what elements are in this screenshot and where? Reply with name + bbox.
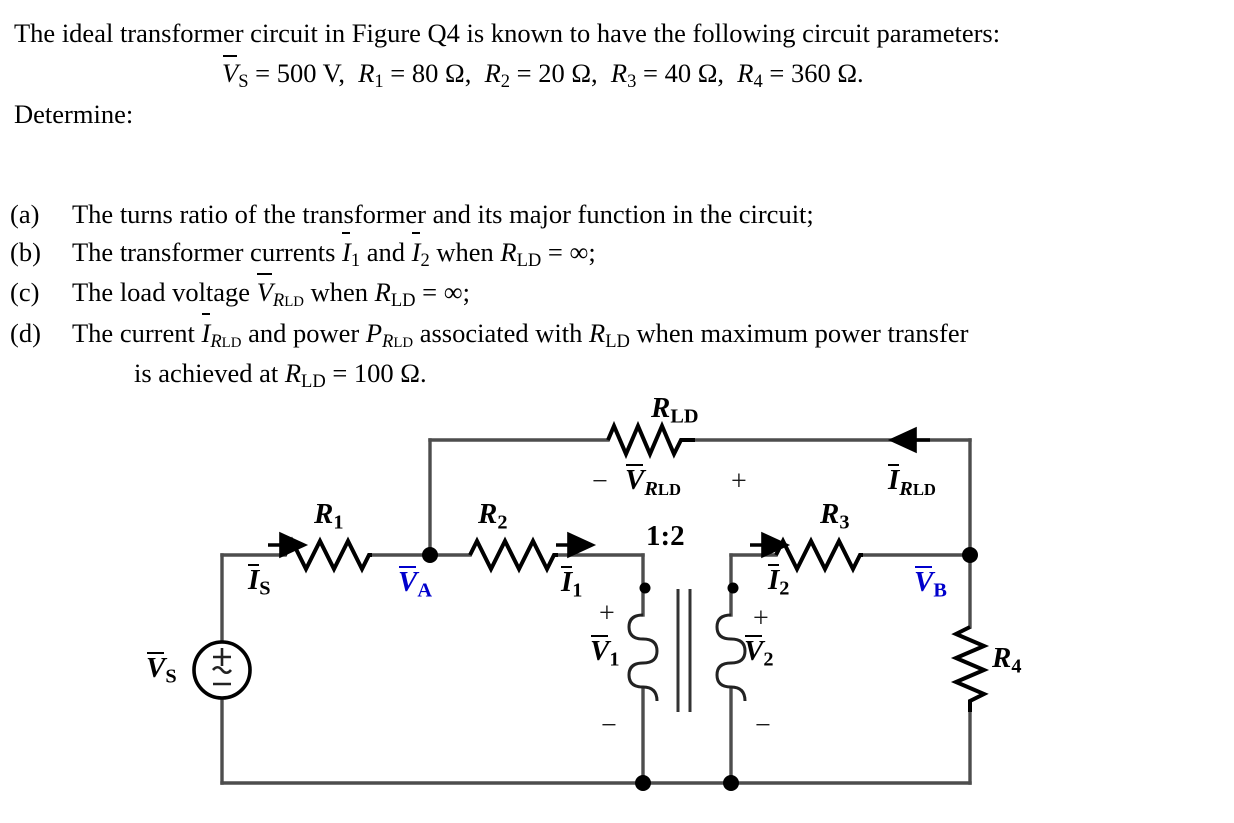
label-turns-ratio: 1:2 [646,520,685,552]
ac-voltage-source [192,640,252,700]
item-text-a: The turns ratio of the transformer and i… [72,199,814,229]
label-i2: I2 [768,564,790,600]
node-b [962,547,978,563]
polarity-vrld-plus: + [731,466,747,497]
parameters-equation: VS = 500 V, R1 = 80 Ω, R2 = 20 Ω, R3 = 4… [222,54,864,93]
question-list: (a) The turns ratio of the transformer a… [10,196,1220,396]
label-r1: R1 [314,498,344,534]
transformer-core [676,589,692,712]
label-va: VA [398,566,432,602]
problem-statement: The ideal transformer circuit in Figure … [14,16,1214,131]
node-primary-bottom [635,775,651,791]
polarity-vrld-minus: − [592,466,608,497]
label-r2: R2 [478,498,508,534]
node-secondary-bottom [723,775,739,791]
resistor-r2 [468,536,558,574]
question-page: The ideal transformer circuit in Figure … [0,0,1234,818]
dot-primary-icon [639,582,651,594]
circuit-svg [192,420,990,791]
item-text-b: The transformer currents I1 and I2 when … [72,232,1220,275]
resistor-rld [606,420,695,460]
intro-line-2: parameters: [876,18,1001,48]
list-item: (c) The load voltage VRLD when RLD = ∞; [10,272,1220,315]
list-item: (b) The transformer currents I1 and I2 w… [10,232,1220,275]
r1-value: 80 Ω [411,58,465,89]
intro-line-1: The ideal transformer circuit in Figure … [14,18,870,48]
node-a [422,547,438,563]
item-text-d-line2: is achieved at RLD = 100 Ω. [134,358,427,393]
r4-value: 360 Ω [790,58,858,89]
item-marker-b: (b) [10,236,41,267]
intro-paragraph: The ideal transformer circuit in Figure … [14,16,1214,50]
label-r4: R4 [992,642,1022,678]
r2-value: 20 Ω [538,58,592,89]
polarity-v2-minus: − [755,710,771,741]
label-vb: VB [914,566,947,602]
transformer-primary-coil [627,613,659,702]
label-r3: R3 [820,498,850,534]
label-v2: V2 [744,635,774,671]
resistor-r4 [950,625,990,712]
r3-value: 40 Ω [664,58,718,89]
polarity-v1-minus: − [601,710,617,741]
label-vs: VS [146,652,177,688]
item-marker-a: (a) [10,199,40,229]
item-text-d: The current IRLD and power PRLD associat… [72,313,1220,396]
polarity-v1-plus: + [599,598,615,629]
circuit-diagram: VS IS R1 VA R2 I1 + V1 − + V2 − I2 R3 VB… [0,392,1234,818]
resistor-r3 [774,536,863,574]
determine-label: Determine: [14,98,134,129]
item-text-c: The load voltage VRLD when RLD = ∞; [72,272,1220,315]
item-marker-c: (c) [10,277,40,308]
list-item: (a) The turns ratio of the transformer a… [10,196,1220,234]
label-i1: I1 [561,566,583,602]
dot-secondary-icon [727,582,739,594]
list-item: (d) The current IRLD and power PRLD asso… [10,313,1220,396]
vs-value: 500 V [276,58,339,89]
transformer-secondary-coil [715,613,747,702]
polarity-v2-plus: + [753,603,769,634]
label-rld: RLD [651,392,699,428]
label-is: IS [248,564,271,600]
item-marker-d: (d) [10,317,41,348]
label-irld: IRLD [888,464,936,500]
label-vrld: VRLD [625,464,681,500]
label-v1: V1 [590,635,620,671]
eq-sign-1: = [255,58,271,89]
